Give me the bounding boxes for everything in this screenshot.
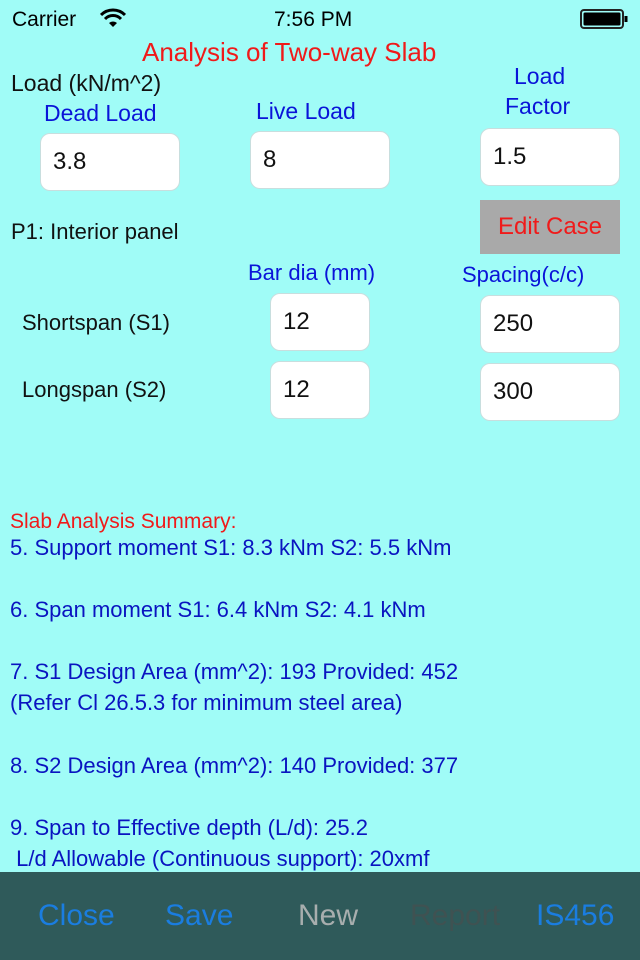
summary-line: 7. S1 Design Area (mm^2): 193 Provided: … xyxy=(10,659,459,684)
shortspan-bar-dia-input[interactable]: 12 xyxy=(270,293,370,351)
shortspan-label: Shortspan (S1) xyxy=(22,310,170,335)
load-factor-label-line2: Factor xyxy=(505,93,571,119)
new-button[interactable]: New xyxy=(298,899,358,933)
bottom-toolbar: Close Save New Report IS456 xyxy=(0,872,640,960)
spacing-header: Spacing(c/c) xyxy=(462,262,585,287)
wifi-icon xyxy=(99,8,127,33)
shortspan-spacing-input[interactable]: 250 xyxy=(480,295,620,353)
load-section-label: Load (kN/m^2) xyxy=(11,70,162,96)
page-title: Analysis of Two-way Slab xyxy=(142,37,437,67)
summary-line: 6. Span moment S1: 6.4 kNm S2: 4.1 kNm xyxy=(10,597,426,622)
dead-load-label: Dead Load xyxy=(44,100,157,126)
close-button[interactable]: Close xyxy=(38,899,115,933)
summary-line: L/d Allowable (Continuous support): 20xm… xyxy=(10,846,430,871)
edit-case-button[interactable]: Edit Case xyxy=(480,200,620,254)
live-load-label: Live Load xyxy=(256,98,356,124)
battery-icon xyxy=(580,8,630,35)
longspan-label: Longspan (S2) xyxy=(22,377,167,402)
load-factor-input[interactable]: 1.5 xyxy=(480,128,620,186)
longspan-bar-dia-input[interactable]: 12 xyxy=(270,361,370,419)
carrier-label: Carrier xyxy=(12,8,77,31)
summary-line: 8. S2 Design Area (mm^2): 140 Provided: … xyxy=(10,753,459,778)
summary-line: 5. Support moment S1: 8.3 kNm S2: 5.5 kN… xyxy=(10,535,452,560)
report-button[interactable]: Report xyxy=(410,899,500,933)
dead-load-input[interactable]: 3.8 xyxy=(40,133,180,191)
summary-line: (Refer Cl 26.5.3 for minimum steel area) xyxy=(10,690,403,715)
longspan-spacing-input[interactable]: 300 xyxy=(480,363,620,421)
summary-line: 9. Span to Effective depth (L/d): 25.2 xyxy=(10,815,368,840)
status-time: 7:56 PM xyxy=(274,8,353,31)
bar-dia-header: Bar dia (mm) xyxy=(248,260,376,285)
load-factor-label-line1: Load xyxy=(514,63,566,89)
panel-case-label: P1: Interior panel xyxy=(11,219,179,244)
summary-heading: Slab Analysis Summary: xyxy=(10,510,237,533)
is456-button[interactable]: IS456 xyxy=(536,899,614,933)
save-button[interactable]: Save xyxy=(165,899,233,933)
live-load-input[interactable]: 8 xyxy=(250,131,390,189)
